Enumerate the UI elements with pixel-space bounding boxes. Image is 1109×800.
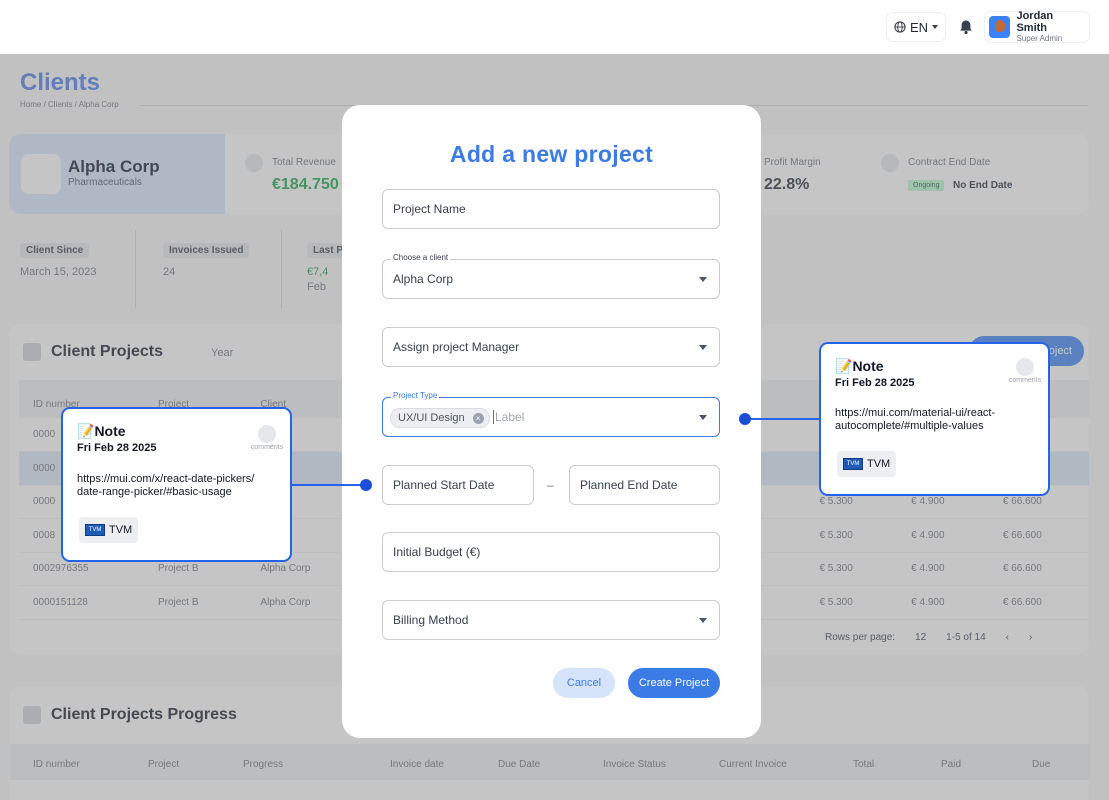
language-selector[interactable]: EN <box>887 13 945 41</box>
comments-label: comments <box>1008 377 1042 384</box>
create-project-button[interactable]: Create Project <box>628 668 720 698</box>
note-anchor-dot[interactable] <box>360 479 372 491</box>
project-type-chip[interactable]: UX/UI Design × <box>390 408 490 428</box>
comment-icon <box>258 425 276 443</box>
comment-icon <box>1016 358 1034 376</box>
user-name: Jordan Smith <box>1016 10 1054 34</box>
top-bar: EN Jordan Smith Super Admin <box>0 0 1109 54</box>
dialog-title: Add a new project <box>449 141 654 167</box>
note-date: Fri Feb 28 2025 <box>77 442 157 454</box>
chevron-down-icon <box>699 415 707 420</box>
annotation-note[interactable]: 📝Note Fri Feb 28 2025 comments https://m… <box>819 342 1050 496</box>
chevron-down-icon <box>699 345 707 350</box>
globe-icon <box>894 21 906 33</box>
note-connector <box>745 418 819 420</box>
chevron-down-icon <box>699 618 707 623</box>
language-label: EN <box>909 19 928 35</box>
comments-button[interactable]: comments <box>247 425 287 451</box>
note-title: 📝Note <box>835 358 884 375</box>
note-title: 📝Note <box>77 423 126 440</box>
planned-end-date-input[interactable]: Planned End Date <box>569 465 720 505</box>
cancel-button[interactable]: Cancel <box>553 668 615 698</box>
project-name-input[interactable]: Project Name <box>382 189 720 229</box>
tag-label: TVM <box>109 524 133 536</box>
billing-method-select[interactable]: Billing Method <box>382 600 720 640</box>
avatar <box>989 16 1011 38</box>
note-title-text: Note <box>852 358 884 374</box>
field-label: Project Type <box>391 391 440 400</box>
note-url-line: date-range-picker/#basic-usage <box>77 486 232 498</box>
select-placeholder: Assign project Manager <box>393 340 520 354</box>
chip-label: UX/UI Design <box>398 412 465 424</box>
user-role: Super Admin <box>1016 34 1063 43</box>
notifications-button[interactable] <box>952 13 980 41</box>
note-date: Fri Feb 28 2025 <box>835 377 915 389</box>
project-type-autocomplete[interactable]: Project Type UX/UI Design × Label <box>382 391 720 437</box>
tvm-logo-icon: TVM <box>85 524 105 536</box>
note-tag[interactable]: TVM TVM <box>79 517 139 543</box>
date-range-separator: – <box>547 478 554 492</box>
client-select-value: Alpha Corp <box>393 272 454 286</box>
note-tag[interactable]: TVM TVM <box>837 451 897 477</box>
memo-icon: 📝 <box>77 423 95 439</box>
tag-label: TVM <box>867 458 891 470</box>
note-url-line: https://mui.com/x/react-date-pickers/ <box>77 473 255 485</box>
comments-button[interactable]: comments <box>1005 358 1045 384</box>
field-label: Choose a client <box>391 253 451 262</box>
note-connector <box>292 484 366 486</box>
client-select[interactable]: Choose a client Alpha Corp <box>382 253 720 299</box>
project-manager-select[interactable]: Assign project Manager <box>382 327 720 367</box>
note-anchor-dot[interactable] <box>739 413 751 425</box>
comments-label: comments <box>250 444 284 451</box>
add-project-dialog: Add a new project Project Name Choose a … <box>342 105 761 738</box>
initial-budget-input[interactable]: Initial Budget (€) <box>382 532 720 572</box>
close-icon[interactable]: × <box>472 413 484 424</box>
planned-start-date-input[interactable]: Planned Start Date <box>382 465 534 505</box>
note-title-text: Note <box>94 423 126 439</box>
note-url-line: autocomplete/#multiple-values <box>835 420 984 432</box>
chevron-down-icon <box>932 25 938 29</box>
annotation-note[interactable]: 📝Note Fri Feb 28 2025 comments https://m… <box>61 407 292 562</box>
autocomplete-input[interactable]: Label <box>493 410 524 424</box>
select-placeholder: Billing Method <box>393 613 469 627</box>
chevron-down-icon <box>699 277 707 282</box>
bell-icon <box>960 20 972 35</box>
memo-icon: 📝 <box>835 358 853 374</box>
user-menu[interactable]: Jordan Smith Super Admin <box>985 10 1089 43</box>
note-url-line: https://mui.com/material-ui/react- <box>835 407 996 419</box>
tvm-logo-icon: TVM <box>843 458 863 470</box>
